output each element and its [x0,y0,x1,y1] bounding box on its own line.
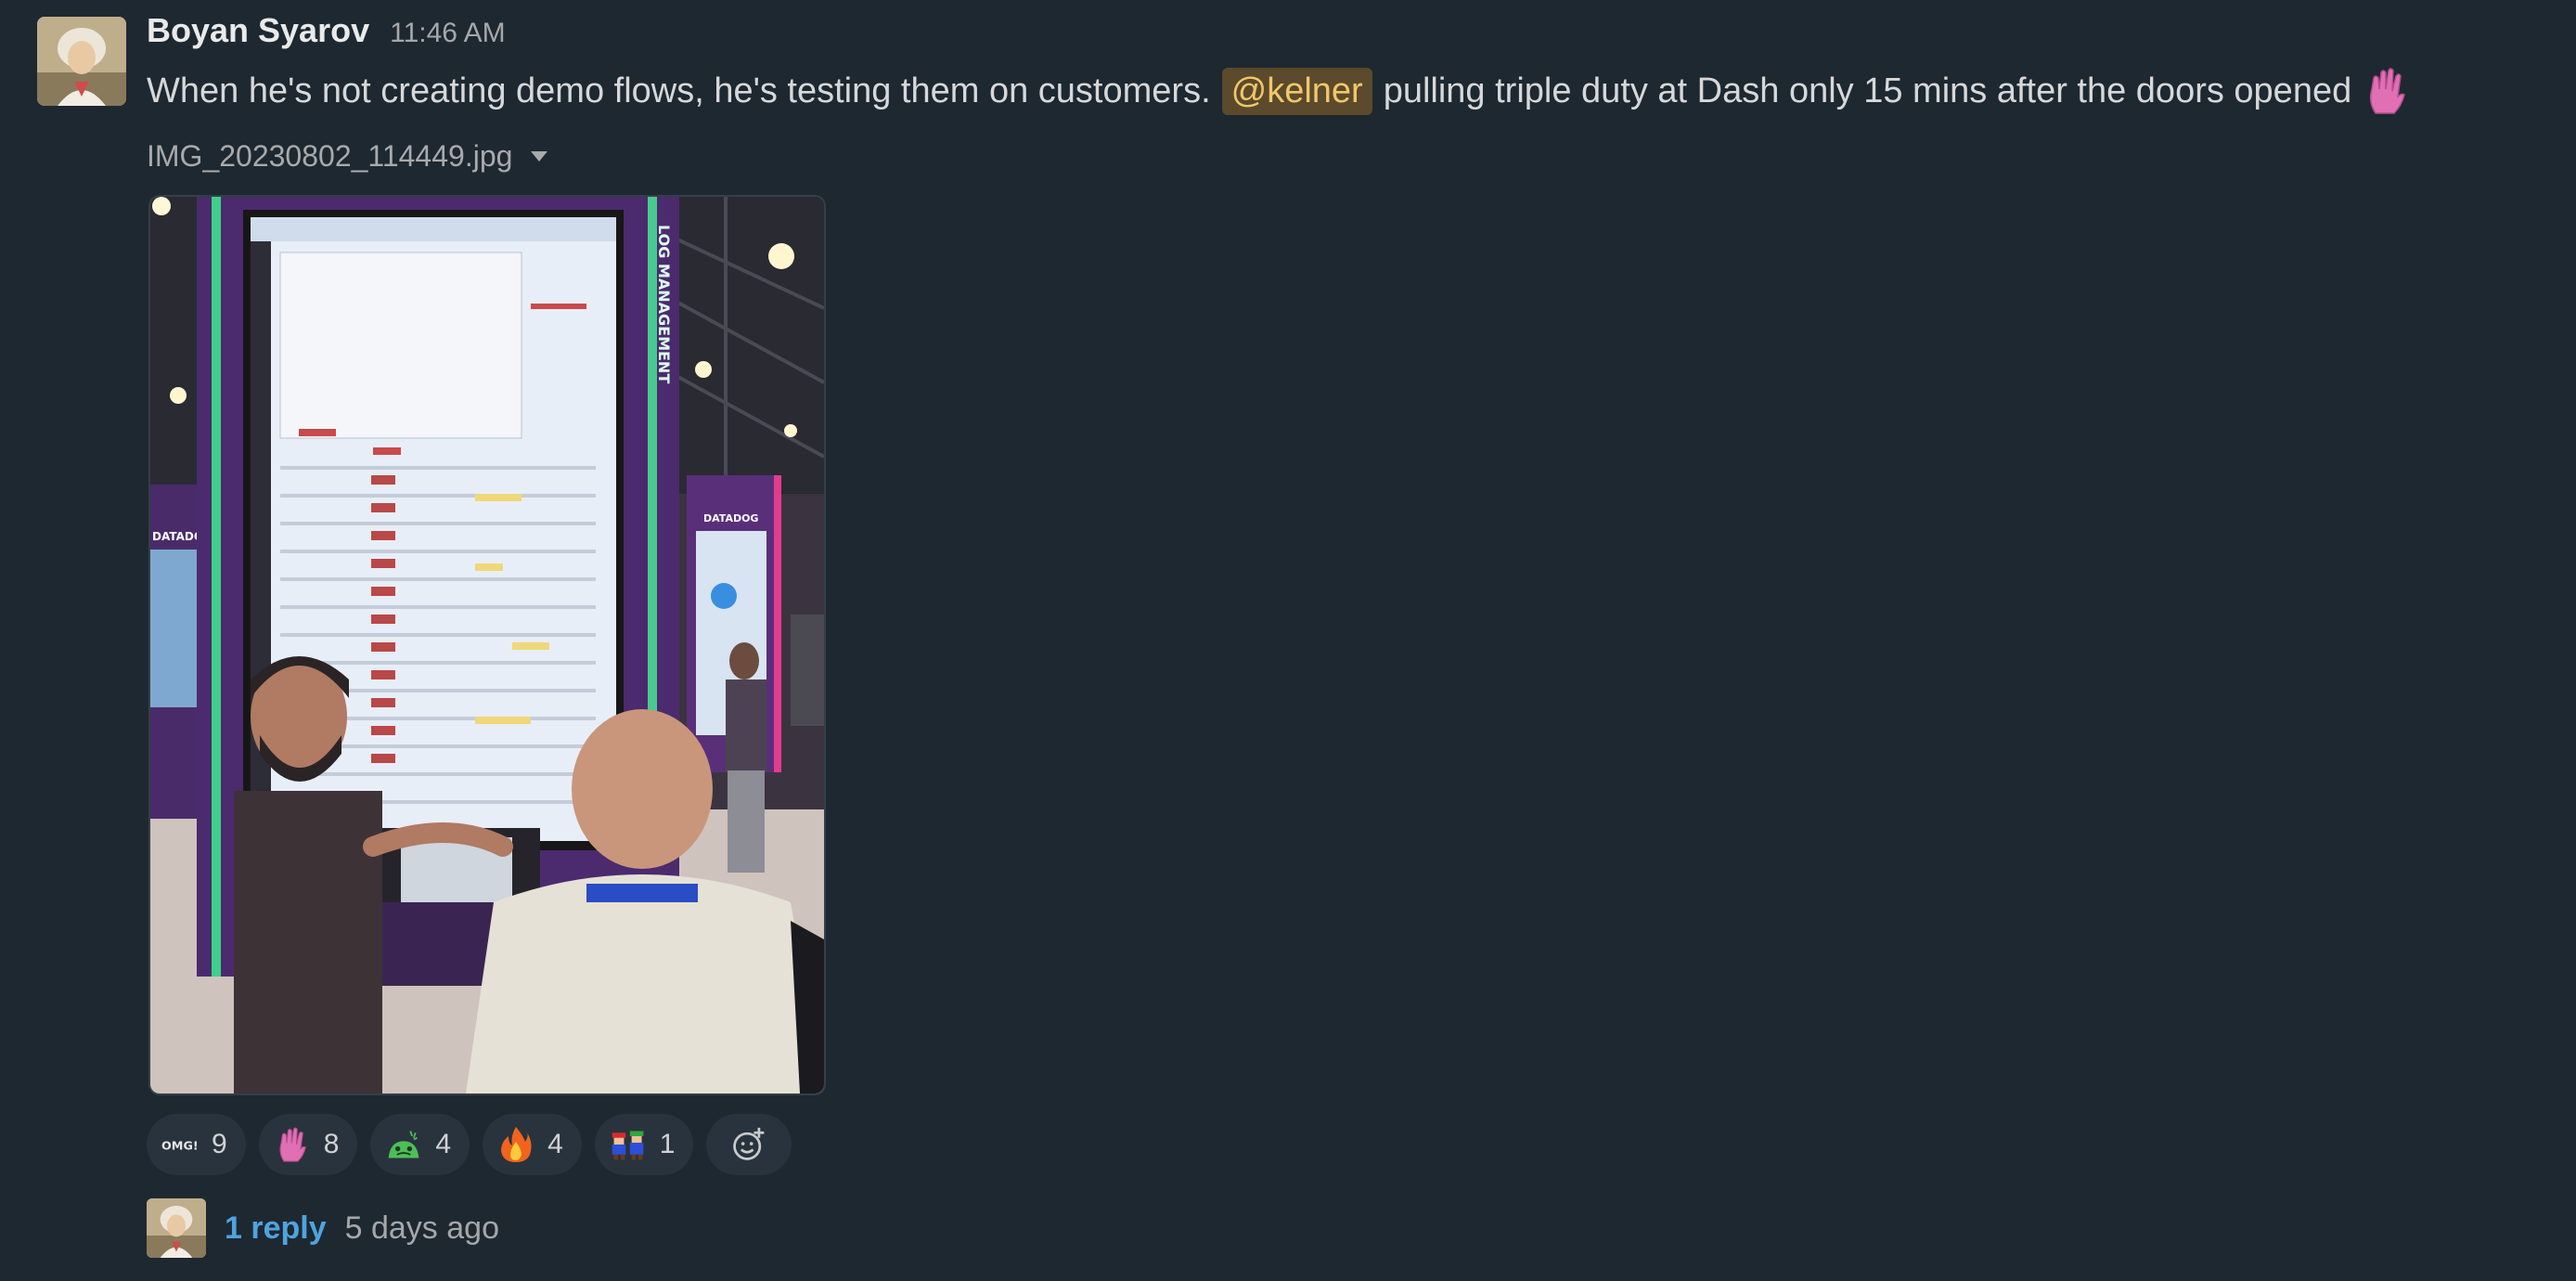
message-header: Boyan Syarov 11:46 AM [147,11,506,59]
attachment-header[interactable]: IMG_20230802_114449.jpg [147,134,548,178]
last-reply-time: 5 days ago [344,1210,499,1246]
reaction-raised-hand[interactable]: 8 [258,1114,358,1175]
raised-hand-icon [2364,65,2409,117]
author-name[interactable]: Boyan Syarov [147,11,369,50]
reaction-omg[interactable]: OMG! 9 [147,1114,246,1175]
right-booth-logo: DATADOG [703,512,758,524]
attachment-filename[interactable]: IMG_20230802_114449.jpg [147,139,512,174]
reaction-count: 8 [323,1129,340,1159]
reaction-mario-luigi[interactable]: 1 [594,1114,694,1175]
avatar-portrait-icon [147,1198,206,1258]
mario-luigi-icon [610,1126,647,1163]
omg-label: OMG! [161,1138,199,1152]
avatar-portrait-icon [37,17,126,106]
reaction-count: 1 [659,1129,676,1159]
add-emoji-icon [730,1126,767,1163]
raised-hand-icon [274,1126,311,1163]
reaction-fire[interactable]: 4 [483,1114,582,1175]
message-text-before: When he's not creating demo flows, he's … [147,71,1211,110]
photo-booth-scene: DATADOG DATADOG LOG MANAGEMENT [150,197,824,1093]
author-avatar[interactable] [37,17,126,106]
omg-icon: OMG! [161,1126,199,1163]
frog-icon [385,1126,422,1163]
fire-icon [497,1126,535,1163]
thread-summary[interactable]: 1 reply 5 days ago [147,1197,499,1259]
attachment-image[interactable]: DATADOG DATADOG LOG MANAGEMENT [148,195,826,1095]
reaction-count: 9 [212,1129,227,1159]
reaction-frog[interactable]: 4 [370,1114,470,1175]
message-timestamp[interactable]: 11:46 AM [390,18,506,49]
user-mention[interactable]: @kelner [1221,67,1372,115]
reaction-count: 4 [547,1129,563,1159]
reply-avatar[interactable] [147,1198,206,1258]
reply-count-link[interactable]: 1 reply [225,1210,327,1247]
add-reaction-button[interactable] [706,1114,792,1175]
reaction-count: 4 [435,1129,452,1159]
chevron-down-icon[interactable] [531,150,548,162]
message-body: When he's not creating demo flows, he's … [147,63,2541,119]
log-management-sign: LOG MANAGEMENT [655,225,673,383]
reactions-bar: OMG! 9 8 4 4 1 [147,1114,792,1175]
message-text-after: pulling triple duty at Dash only 15 mins… [1383,71,2352,110]
